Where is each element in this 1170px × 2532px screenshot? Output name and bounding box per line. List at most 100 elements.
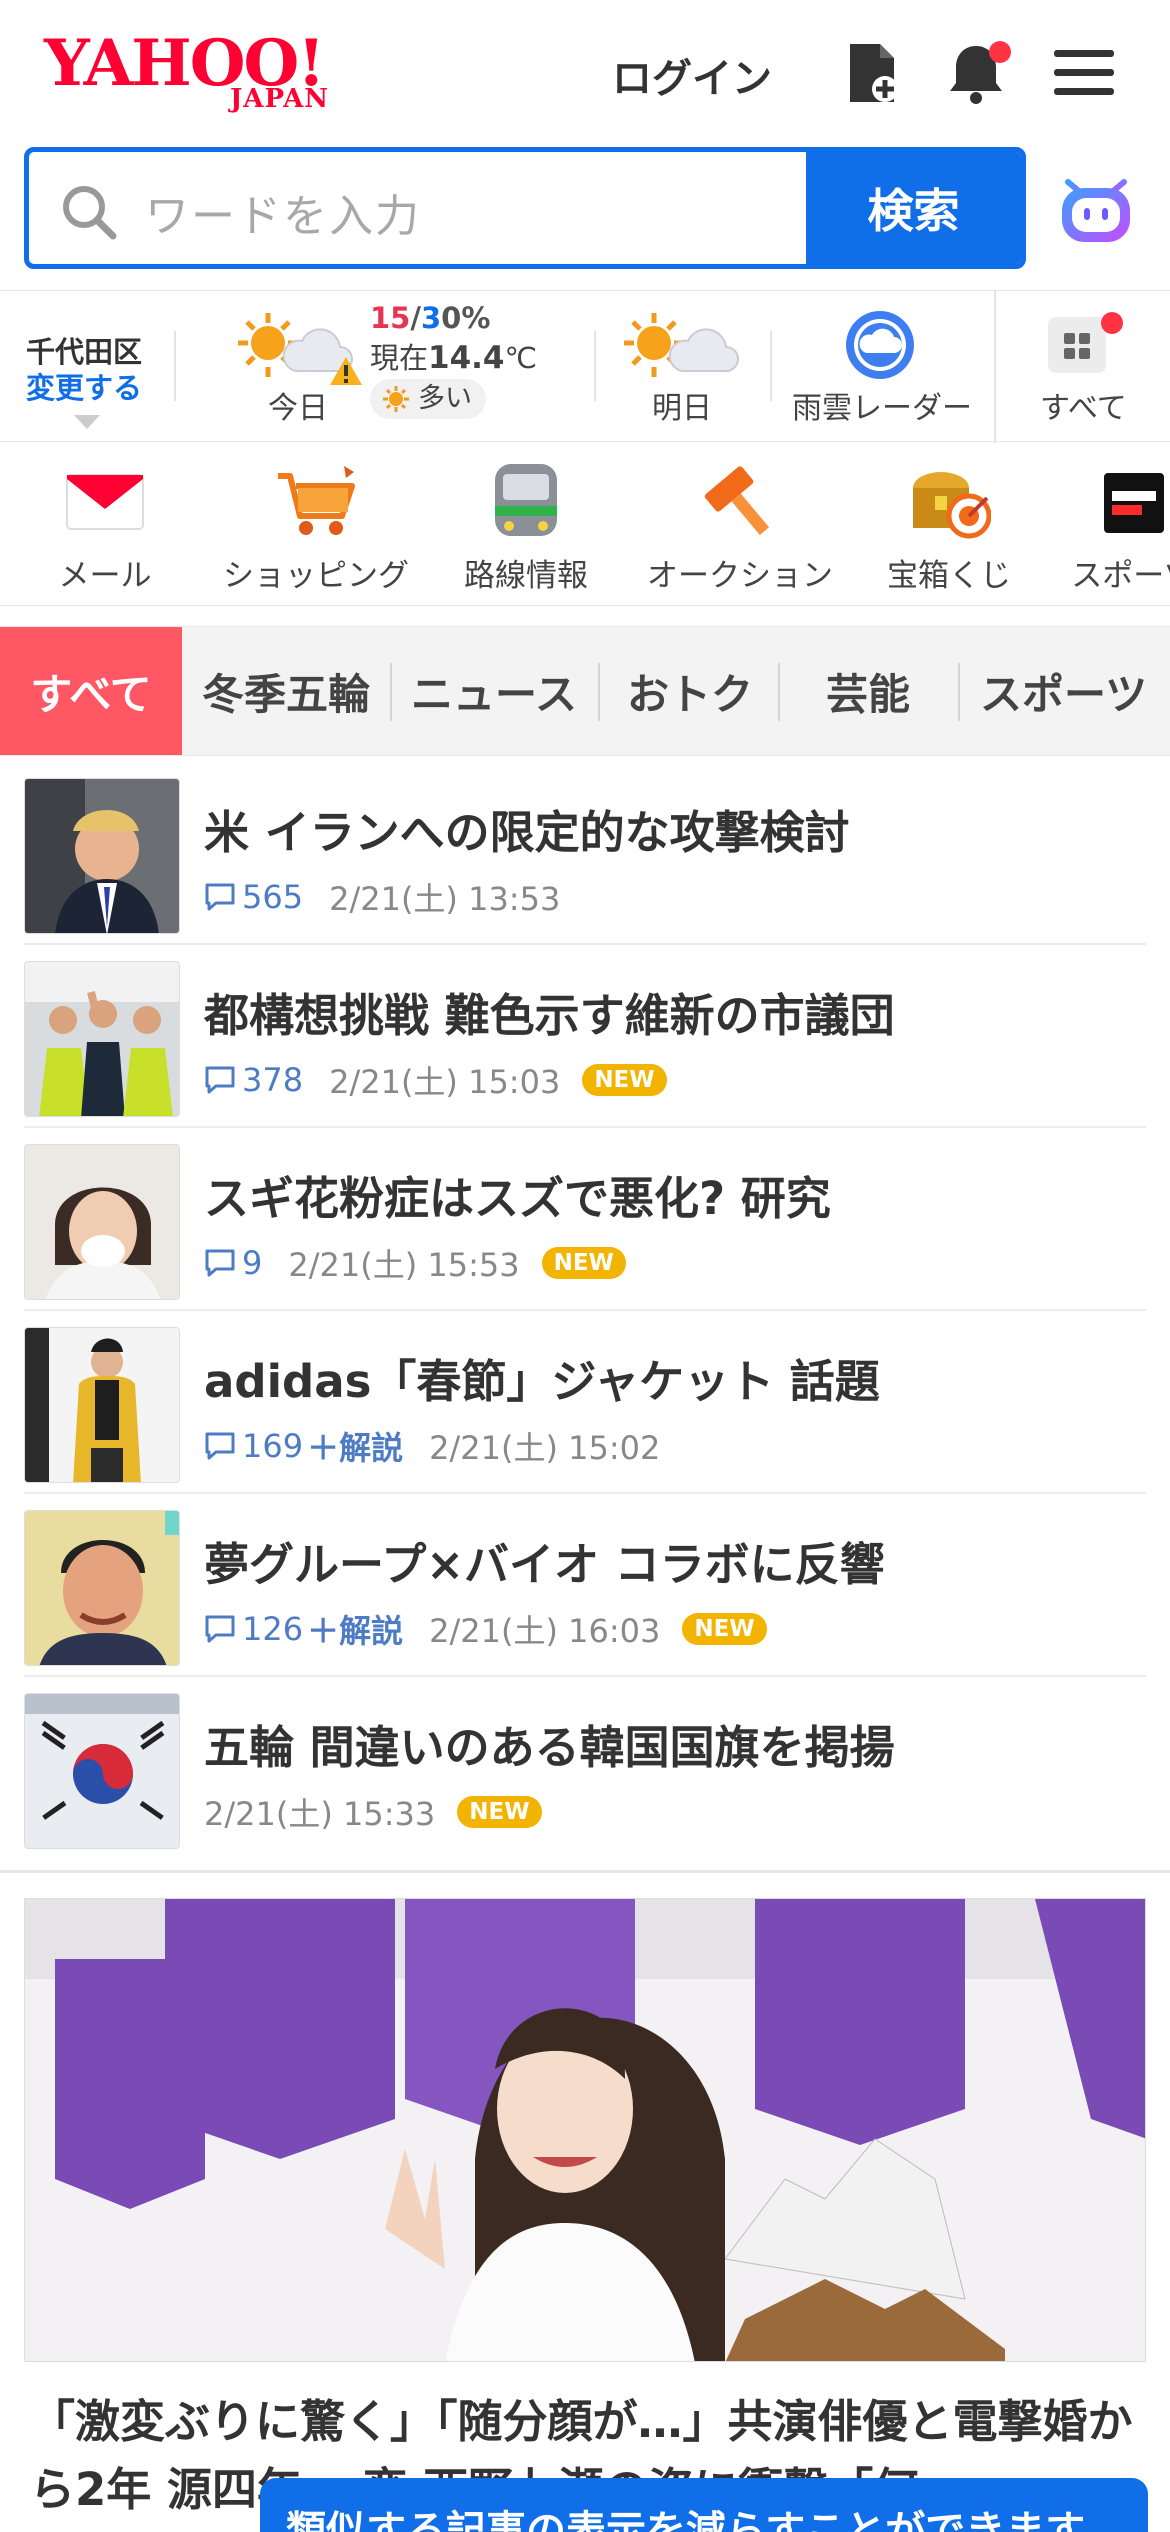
change-area-link[interactable]: 変更する [26, 365, 142, 407]
comment-count[interactable]: 9 [204, 1244, 262, 1282]
news-thumbnail [24, 1327, 180, 1483]
service-label: メール [58, 558, 152, 594]
service-train[interactable]: 路線情報 [458, 444, 594, 606]
service-label: スポーツ [1071, 558, 1170, 594]
tab-entertainment[interactable]: 芸能 [782, 627, 954, 755]
train-icon [484, 460, 568, 544]
add-document-icon[interactable] [836, 36, 908, 108]
yahoo-japan-top-page: YAHOO! JAPAN ログイン ワードを入力 検索 千代田区 変更する 今日… [0, 0, 1170, 2532]
warning-icon [328, 355, 364, 391]
treasure-icon [907, 460, 991, 544]
news-title: 五輪 間違いのある韓国国旗を掲揚 [204, 1721, 895, 1774]
search-icon [59, 182, 119, 246]
news-title: スギ花粉症はスズで悪化? 研究 [204, 1172, 831, 1225]
tab-news[interactable]: ニュース [394, 627, 594, 755]
rain-chance-unit: 0% [441, 301, 491, 335]
news-thumbnail [24, 1510, 180, 1666]
comment-count-value: 126 [242, 1610, 304, 1648]
hammer-icon [698, 460, 782, 544]
news-item[interactable]: 夢グループ×バイオ コラボに反響 126 ＋解説 2/21(土) 16:03 NE… [24, 1494, 1146, 1677]
sun-cloud-icon[interactable] [620, 309, 740, 385]
news-item[interactable]: 都構想挑戦 難色示す維新の市議団 378 2/21(土) 15:03 NEW [24, 945, 1146, 1128]
divider [770, 331, 772, 401]
comment-icon [205, 1615, 235, 1643]
news-meta: 169 ＋解説 2/21(土) 15:02 [204, 1423, 660, 1469]
section-divider [0, 1870, 1170, 1873]
news-time: 2/21(土) 16:03 [429, 1612, 661, 1650]
login-link[interactable]: ログイン [612, 46, 772, 104]
comment-icon [205, 1066, 235, 1094]
news-item[interactable]: 五輪 間違いのある韓国国旗を掲揚 2/21(土) 15:33 NEW [24, 1677, 1146, 1860]
rain-radar-icon[interactable] [842, 307, 918, 387]
commentary-label: ＋解説 [307, 1429, 404, 1467]
news-meta: 378 2/21(土) 15:03 NEW [204, 1057, 667, 1103]
news-meta: 565 2/21(土) 13:53 [204, 874, 560, 920]
pollen-badge[interactable]: 多い [370, 379, 486, 419]
pollen-sun-icon [382, 385, 410, 425]
news-item[interactable]: 米 イランへの限定的な攻撃検討 565 2/21(土) 13:53 [24, 762, 1146, 945]
tab-divider [958, 663, 960, 721]
service-row: メール ショッピング 路線情報 オークション 宝箱くじ スポー [0, 444, 1170, 606]
comment-count[interactable]: 565 [204, 878, 303, 916]
comment-count-value: 9 [242, 1244, 263, 1282]
news-time: 2/21(土) 15:02 [429, 1429, 661, 1467]
all-services-grid-icon[interactable] [1046, 311, 1126, 377]
tab-divider [778, 663, 780, 721]
area-caret-icon [74, 415, 100, 435]
service-auction[interactable]: オークション [640, 444, 840, 606]
new-badge: NEW [682, 1613, 767, 1645]
service-sports[interactable]: スポーツ [1068, 444, 1170, 606]
tab-all[interactable]: すべて [0, 627, 182, 755]
current-temperature: 現在14.4℃ [370, 335, 537, 377]
service-label: オークション [647, 558, 833, 594]
new-badge: NEW [582, 1064, 667, 1096]
news-item[interactable]: adidas「春節」ジャケット 話題 169 ＋解説 2/21(土) 15:02 [24, 1311, 1146, 1494]
new-badge: NEW [541, 1247, 626, 1279]
comment-icon [205, 1249, 235, 1277]
feature-image[interactable] [24, 1898, 1146, 2362]
comment-count[interactable]: 378 [204, 1061, 303, 1099]
news-meta: 2/21(土) 15:33 NEW [204, 1789, 542, 1835]
news-meta: 126 ＋解説 2/21(土) 16:03 NEW [204, 1606, 767, 1652]
all-services-label[interactable]: すべて [1040, 383, 1127, 427]
tab-winter-olympics[interactable]: 冬季五輪 [186, 627, 386, 755]
tab-deals[interactable]: おトク [602, 627, 778, 755]
rain-chance-low: 3 [420, 301, 442, 335]
tab-sports[interactable]: スポーツ [962, 627, 1170, 755]
yahoo-logo[interactable]: YAHOO! JAPAN [44, 26, 364, 118]
today-label: 今日 [268, 391, 328, 426]
tomorrow-label: 明日 [652, 391, 712, 426]
search-button[interactable]: 検索 [806, 152, 1021, 264]
hamburger-menu-icon[interactable] [1048, 36, 1120, 108]
service-shopping[interactable]: ショッピング [218, 444, 414, 606]
rain-chance: 15/30% [370, 301, 490, 335]
tab-divider [390, 663, 392, 721]
pollen-level: 多い [418, 383, 472, 414]
weather-strip: 千代田区 変更する 今日 15/30% 現在14.4℃ 多い 明日 雨雲レーダー… [0, 290, 1170, 443]
comment-count[interactable]: 126 ＋解説 [204, 1606, 403, 1652]
divider [174, 331, 176, 401]
news-thumbnail [24, 778, 180, 934]
news-item[interactable]: スギ花粉症はスズで悪化? 研究 9 2/21(土) 15:53 NEW [24, 1128, 1146, 1311]
comment-count-value: 565 [242, 878, 304, 916]
now-prefix: 現在 [370, 341, 429, 375]
ai-assistant-icon[interactable] [1056, 168, 1136, 248]
comment-icon [205, 883, 235, 911]
rain-radar-label[interactable]: 雨雲レーダー [792, 383, 972, 427]
sports-icon [1091, 460, 1170, 544]
search-input[interactable]: ワードを入力 [145, 180, 421, 244]
service-mail[interactable]: メール [40, 444, 170, 606]
rain-chance-sep: / [410, 301, 421, 335]
news-thumbnail [24, 1144, 180, 1300]
snackbar-message[interactable]: 類似する記事の表示を減らすことができます [260, 2478, 1148, 2532]
comment-count[interactable]: 169 ＋解説 [204, 1423, 403, 1469]
search-box: ワードを入力 検索 [24, 147, 1026, 269]
now-unit: ℃ [504, 341, 538, 375]
new-badge: NEW [457, 1796, 542, 1828]
service-treasure[interactable]: 宝箱くじ [880, 444, 1018, 606]
now-temp: 14.4 [428, 340, 505, 376]
tab-divider [598, 663, 600, 721]
notification-bell-icon[interactable] [940, 36, 1012, 108]
news-title: 夢グループ×バイオ コラボに反響 [204, 1538, 885, 1591]
cart-icon [274, 460, 358, 544]
